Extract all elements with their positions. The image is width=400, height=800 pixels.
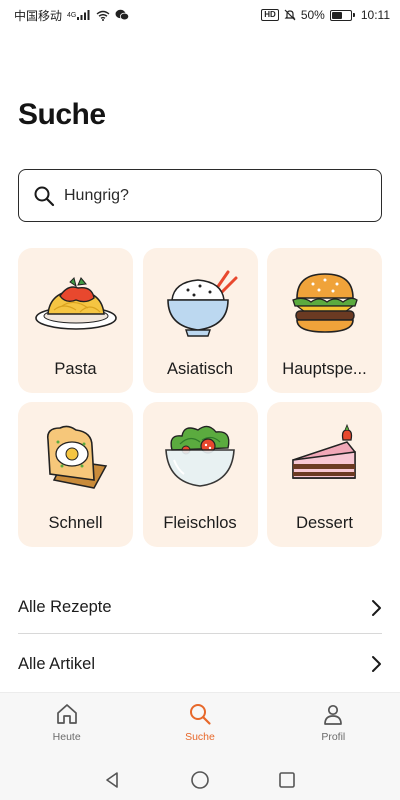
home-circle-icon bbox=[191, 771, 209, 789]
category-tile-dessert[interactable]: Dessert bbox=[267, 402, 382, 547]
nav-label: Profil bbox=[321, 731, 346, 743]
battery-percent: 50% bbox=[300, 8, 325, 22]
category-label: Schnell bbox=[48, 514, 103, 532]
nav-tab-heute[interactable]: Heute bbox=[0, 693, 133, 760]
all-articles-link[interactable]: Alle Artikel bbox=[18, 638, 382, 690]
home-icon bbox=[55, 702, 79, 726]
back-button[interactable] bbox=[104, 771, 122, 789]
category-tile-asiatisch[interactable]: Asiatisch bbox=[142, 248, 258, 393]
category-grid: Pasta Asiatisch Hauptspe... Schnell Flei… bbox=[18, 248, 382, 547]
page-title: Suche bbox=[18, 98, 106, 131]
search-icon bbox=[33, 185, 55, 207]
signal-icon: 4G bbox=[67, 10, 91, 20]
category-label: Pasta bbox=[54, 360, 97, 378]
cake-icon bbox=[291, 423, 356, 479]
clock: 10:11 bbox=[360, 8, 390, 22]
link-label: Alle Rezepte bbox=[18, 598, 112, 616]
search-field[interactable] bbox=[18, 169, 382, 222]
status-bar: 中国移动 4G HD 50% 10:11 bbox=[0, 0, 400, 30]
nav-tab-profil[interactable]: Profil bbox=[267, 693, 400, 760]
category-label: Hauptspe... bbox=[282, 360, 367, 378]
nav-label: Heute bbox=[52, 731, 81, 743]
mute-icon bbox=[284, 9, 296, 21]
network-label: 4G bbox=[67, 11, 77, 19]
wifi-icon bbox=[96, 10, 110, 21]
rice-bowl-icon bbox=[167, 270, 238, 337]
category-tile-schnell[interactable]: Schnell bbox=[18, 402, 133, 547]
system-navigation-bar bbox=[0, 760, 400, 800]
category-label: Dessert bbox=[296, 514, 353, 532]
search-icon bbox=[188, 702, 212, 726]
home-button[interactable] bbox=[190, 770, 210, 790]
category-label: Asiatisch bbox=[166, 360, 234, 378]
category-tile-pasta[interactable]: Pasta bbox=[18, 248, 133, 393]
toast-egg-icon bbox=[46, 425, 107, 489]
search-input[interactable] bbox=[64, 186, 354, 205]
chevron-right-icon bbox=[370, 599, 382, 617]
salad-icon bbox=[165, 425, 235, 487]
category-label: Fleischlos bbox=[163, 514, 237, 532]
recents-square-icon bbox=[279, 772, 295, 788]
nav-label: Suche bbox=[185, 731, 215, 743]
link-label: Alle Artikel bbox=[18, 654, 96, 673]
carrier-label: 中国移动 bbox=[14, 8, 63, 23]
back-triangle-icon bbox=[106, 772, 118, 788]
nav-tab-suche[interactable]: Suche bbox=[133, 693, 266, 760]
battery-icon bbox=[329, 9, 355, 21]
hd-badge: HD bbox=[261, 9, 279, 21]
pasta-icon bbox=[34, 277, 117, 330]
burger-icon bbox=[291, 273, 358, 333]
recents-button[interactable] bbox=[278, 771, 296, 789]
category-tile-hauptspeise[interactable]: Hauptspe... bbox=[267, 248, 382, 393]
all-recipes-link[interactable]: Alle Rezepte bbox=[18, 582, 382, 634]
profile-icon bbox=[321, 702, 345, 726]
category-tile-fleischlos[interactable]: Fleischlos bbox=[142, 402, 258, 547]
bottom-navigation: Heute Suche Profil bbox=[0, 692, 400, 760]
chevron-right-icon bbox=[370, 655, 382, 673]
wechat-icon bbox=[115, 9, 130, 21]
